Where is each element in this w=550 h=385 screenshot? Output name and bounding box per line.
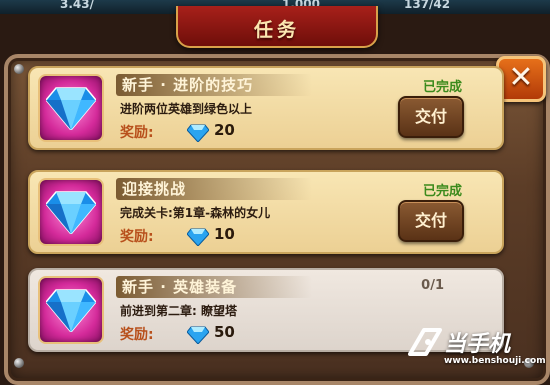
panel-title: 任务 (253, 19, 300, 41)
reward-label: 奖励: (120, 327, 154, 343)
watermark-text: 当手机 (444, 332, 511, 357)
reward-label: 奖励: (120, 229, 154, 245)
task-status: 已完成 (422, 184, 462, 199)
reward-amount: 20 (214, 121, 235, 139)
submit-button[interactable]: 交付 (398, 96, 464, 138)
task-icon-frame (38, 178, 104, 246)
task-row: 新手 · 进阶的技巧 进阶两位英雄到绿色以上 奖励: 20 已完成 交付 (28, 66, 504, 150)
phone-logo-icon (408, 328, 442, 356)
task-description: 前进到第二章: 瞭望塔 (120, 304, 237, 318)
diamond-icon (46, 87, 96, 130)
watermark-url: www.benshouji.com (444, 356, 546, 366)
reward-amount: 50 (214, 323, 235, 341)
panel-title-tab: 任务 (176, 6, 378, 48)
task-row: 迎接挑战 完成关卡:第1章-森林的女儿 奖励: 10 已完成 交付 (28, 170, 504, 254)
task-status: 已完成 (422, 80, 462, 95)
diamond-icon (187, 326, 209, 344)
task-title: 新手 · 英雄装备 (116, 276, 312, 298)
task-description: 进阶两位英雄到绿色以上 (120, 102, 253, 116)
rivet (14, 64, 24, 74)
task-progress: 0/1 (421, 278, 444, 293)
submit-button[interactable]: 交付 (398, 200, 464, 242)
close-icon: ✕ (508, 60, 534, 95)
diamond-icon (46, 191, 96, 234)
top-stat-1: 3.43/ (60, 0, 94, 11)
task-icon-frame (38, 74, 104, 142)
diamond-icon (46, 289, 96, 332)
site-watermark: 当手机 www.benshouji.com (404, 322, 546, 372)
top-stat-3: 137/42 (404, 0, 451, 11)
diamond-icon (187, 124, 209, 142)
rivet (14, 358, 24, 368)
task-title: 新手 · 进阶的技巧 (116, 74, 312, 96)
reward-label: 奖励: (120, 125, 154, 141)
reward-amount: 10 (214, 225, 235, 243)
task-icon-frame (38, 276, 104, 344)
task-title: 迎接挑战 (116, 178, 312, 200)
task-description: 完成关卡:第1章-森林的女儿 (120, 206, 271, 220)
diamond-icon (187, 228, 209, 246)
